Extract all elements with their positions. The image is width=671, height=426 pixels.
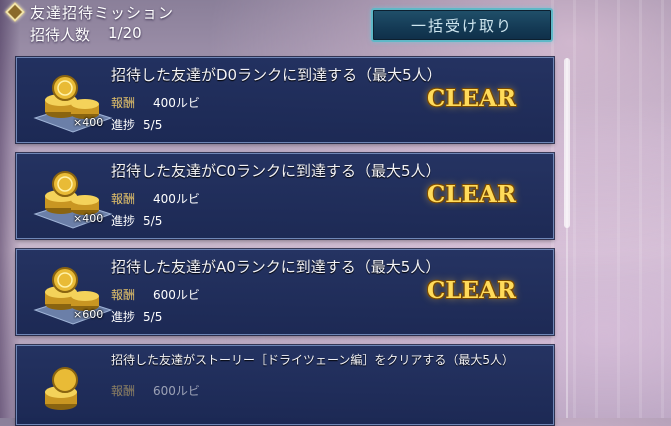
- reward-value: 400ルビ: [153, 96, 200, 110]
- mission-title: 招待した友達がC0ランクに到達する（最大5人）: [111, 162, 441, 180]
- reward-quantity: ×400: [73, 116, 104, 129]
- progress-line: 進捗 5/5: [111, 212, 162, 229]
- invite-count-row: 招待人数 1/20: [30, 24, 174, 45]
- reward-label: 報酬: [111, 288, 136, 302]
- mission-card[interactable]: ×600 招待した友達がA0ランクに到達する（最大5人） 報酬 600ルビ 進捗 5…: [16, 249, 554, 335]
- clear-stamp: CLEAR: [427, 181, 516, 208]
- progress-line: 進捗 5/5: [111, 116, 162, 133]
- reward-line: 報酬 600ルビ: [111, 286, 200, 303]
- title-row: 友達招待ミッション: [5, 2, 175, 22]
- invite-count: 1/20: [108, 24, 142, 42]
- collect-all-button[interactable]: 一括受け取り: [371, 8, 553, 42]
- mission-title: 招待した友達がA0ランクに到達する（最大5人）: [111, 258, 441, 276]
- invite-label: 招待人数: [30, 26, 91, 44]
- clear-stamp: CLEAR: [427, 277, 516, 304]
- progress-value: 5/5: [143, 214, 163, 228]
- progress-value: 5/5: [143, 118, 163, 132]
- reward-value: 400ルビ: [153, 192, 200, 206]
- page-title: 友達招待ミッション: [30, 3, 175, 22]
- reward-label: 報酬: [111, 96, 136, 110]
- ruby-coins-icon: [45, 367, 78, 410]
- reward-label: 報酬: [111, 384, 136, 398]
- mission-card[interactable]: ×400 招待した友達がC0ランクに到達する（最大5人） 報酬 400ルビ 進捗 5…: [16, 153, 554, 239]
- reward-quantity: ×400: [73, 212, 104, 225]
- progress-label: 進捗: [111, 118, 136, 132]
- progress-label: 進捗: [111, 214, 136, 228]
- reward-value: 600ルビ: [153, 384, 200, 398]
- header: 友達招待ミッション 招待人数 1/20: [5, 2, 175, 45]
- mission-title: 招待した友達がストーリー［ドライツェーン編］をクリアする（最大5人）: [111, 353, 515, 367]
- clear-stamp: CLEAR: [427, 85, 516, 112]
- mission-card[interactable]: 招待した友達がストーリー［ドライツェーン編］をクリアする（最大5人） 報酬 600…: [16, 345, 554, 425]
- mission-title: 招待した友達がD0ランクに到達する（最大5人）: [111, 66, 442, 84]
- diamond-icon: [5, 2, 25, 22]
- reward-line: 報酬 400ルビ: [111, 94, 200, 111]
- reward-value: 600ルビ: [153, 288, 200, 302]
- reward-label: 報酬: [111, 192, 136, 206]
- progress-line: 進捗 5/5: [111, 308, 162, 325]
- reward-line: 報酬 400ルビ: [111, 190, 200, 207]
- reward-quantity: ×600: [73, 308, 104, 321]
- scrollbar-thumb[interactable]: [564, 58, 570, 228]
- progress-value: 5/5: [143, 310, 163, 324]
- reward-line: 報酬 600ルビ: [111, 382, 200, 399]
- mission-card[interactable]: ×400 招待した友達がD0ランクに到達する（最大5人） 報酬 400ルビ 進捗 5…: [16, 57, 554, 143]
- progress-label: 進捗: [111, 310, 136, 324]
